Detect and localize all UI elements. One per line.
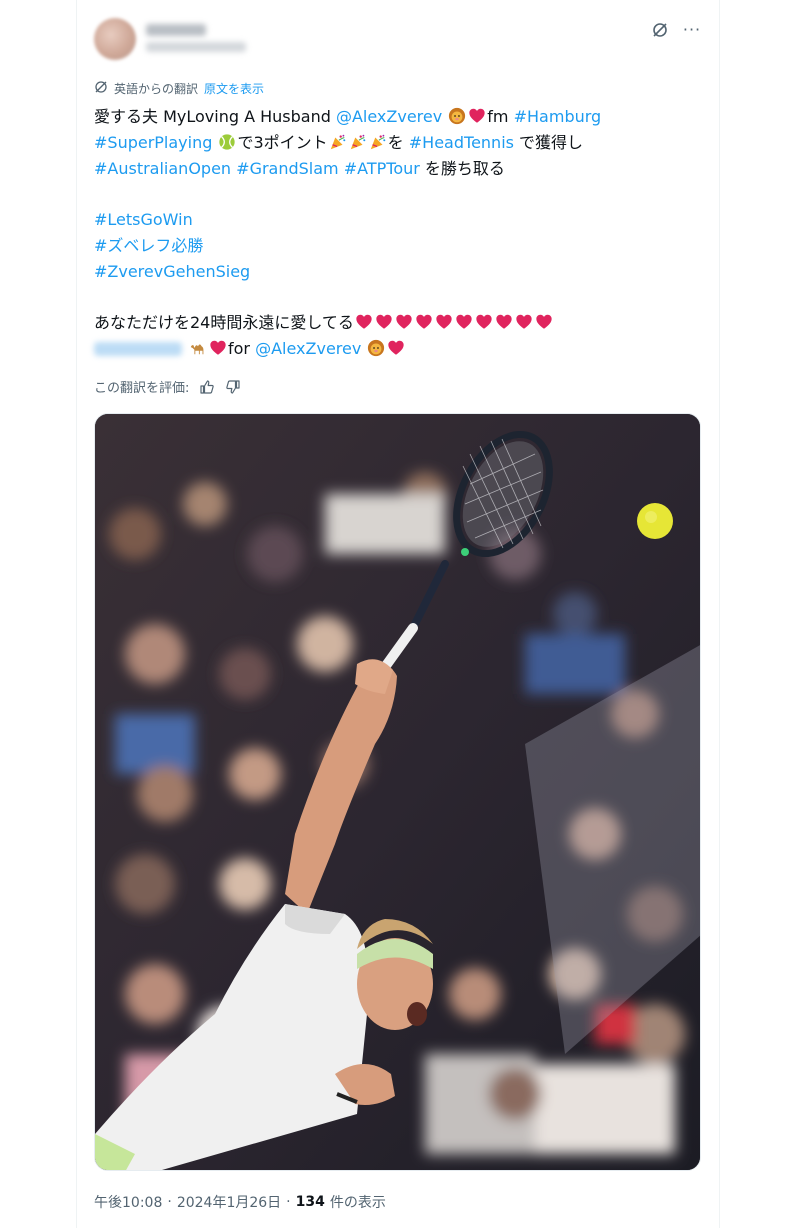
post-meta: 午後10:08 · 2024年1月26日 · 134 件の表示 (94, 1192, 386, 1212)
post-header-actions: ··· (650, 20, 702, 40)
more-icon[interactable]: ··· (682, 20, 702, 40)
post-time[interactable]: 午後10:08 (94, 1192, 162, 1212)
camel-emoji (189, 339, 207, 357)
hashtag-grandslam[interactable]: #GrandSlam (236, 159, 338, 178)
rate-translation: この翻訳を評価: (94, 377, 241, 396)
tennis-player-serving-photo (95, 414, 700, 1170)
post-line-3: #AustralianOpen #GrandSlam #ATPTour を勝ち取… (94, 156, 654, 182)
post-text-segment: あなただけを24時間永遠に愛してる (94, 313, 354, 333)
post-line-5: #LetsGoWin (94, 207, 654, 233)
red-heart-emoji (209, 339, 227, 357)
red-heart-emoji (375, 313, 393, 331)
hashtag-australianopen[interactable]: #AustralianOpen (94, 159, 231, 178)
view-count-label: 件の表示 (329, 1195, 386, 1211)
hashtag-headtennis[interactable]: #HeadTennis (409, 133, 514, 152)
post-text-segment: for (228, 339, 256, 359)
post-line-7: #ZverevGehenSieg (94, 259, 654, 285)
hashtag-letsgowin[interactable]: #LetsGoWin (94, 210, 193, 229)
author-handle-redacted[interactable] (146, 42, 246, 52)
party-popper-emoji (329, 133, 347, 151)
red-heart-emoji (387, 339, 405, 357)
hashtag-atptour[interactable]: #ATPTour (344, 159, 420, 178)
post-line-9: あなただけを24時間永遠に愛してる (94, 310, 654, 336)
mention-alexzverev[interactable]: @AlexZverev (336, 107, 442, 126)
post-text: 愛する夫 MyLoving A Husband @AlexZverev fm #… (94, 104, 654, 362)
post-text-segment: で獲得し (513, 132, 584, 152)
hashtag-zverevgehensieg[interactable]: #ZverevGehenSieg (94, 262, 250, 281)
translation-label: 英語からの翻訳 (114, 82, 199, 96)
red-heart-emoji (468, 107, 486, 125)
post-image-tennis-serve[interactable] (94, 413, 701, 1171)
red-heart-emoji (455, 313, 473, 331)
translate-icon (94, 80, 108, 97)
post-text-segment: を勝ち取る (419, 158, 505, 178)
party-popper-emoji (349, 133, 367, 151)
hashtag-zverev-jp[interactable]: #ズベレフ必勝 (94, 236, 203, 255)
red-heart-emoji (395, 313, 413, 331)
post-text-segment: 愛する夫 MyLoving A Husband (94, 107, 336, 126)
lion-emoji (367, 339, 385, 357)
post-text-segment: fm (487, 107, 514, 126)
post-line-1: 愛する夫 MyLoving A Husband @AlexZverev fm #… (94, 104, 654, 130)
rate-translation-label: この翻訳を評価: (94, 381, 190, 396)
grok-icon[interactable] (650, 20, 670, 40)
red-heart-emoji (515, 313, 533, 331)
author-name-redacted[interactable] (146, 24, 206, 36)
thumbs-up-icon[interactable] (199, 379, 215, 395)
red-heart-emoji (495, 313, 513, 331)
translation-notice: 英語からの翻訳 原文を表示 (94, 80, 264, 97)
mention-alexzverev[interactable]: @AlexZverev (255, 339, 361, 358)
meta-separator: · (167, 1194, 172, 1210)
post-text-segment: を (387, 132, 409, 152)
red-heart-emoji (435, 313, 453, 331)
lion-emoji (448, 107, 466, 125)
party-popper-emoji (369, 133, 387, 151)
show-original-link[interactable]: 原文を表示 (204, 80, 264, 97)
post-line-6: #ズベレフ必勝 (94, 233, 654, 259)
tennis-ball-emoji (218, 133, 236, 151)
view-count: 134 (295, 1194, 325, 1210)
redacted-mention[interactable] (94, 342, 182, 357)
red-heart-emoji (475, 313, 493, 331)
red-heart-emoji (355, 313, 373, 331)
hashtag-hamburg[interactable]: #Hamburg (514, 107, 602, 126)
post-text-segment: で3ポイント (237, 132, 328, 152)
red-heart-emoji (415, 313, 433, 331)
post-line-2: #SuperPlaying で3ポイント を #HeadTennis で獲得し (94, 130, 654, 156)
post-date[interactable]: 2024年1月26日 (177, 1192, 281, 1212)
post-line-10: for @AlexZverev (94, 336, 654, 362)
meta-separator: · (286, 1194, 291, 1210)
thumbs-down-icon[interactable] (225, 379, 241, 395)
avatar[interactable] (94, 18, 136, 60)
red-heart-emoji (535, 313, 553, 331)
hashtag-superplaying[interactable]: #SuperPlaying (94, 133, 212, 152)
